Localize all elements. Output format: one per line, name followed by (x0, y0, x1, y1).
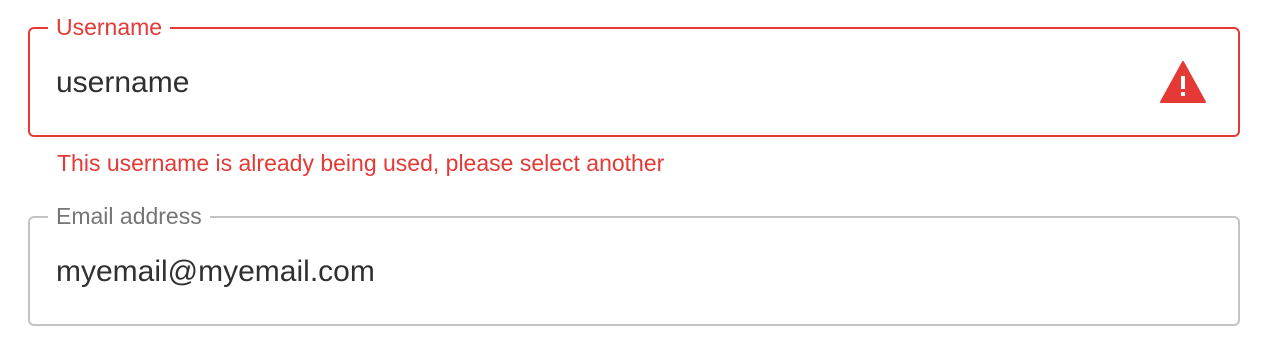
username-field: Username (28, 14, 1240, 137)
username-error-message: This username is already being used, ple… (57, 150, 665, 176)
username-input[interactable] (56, 63, 1136, 103)
warning-triangle-icon (1160, 61, 1206, 103)
signup-form: Username This username is already being … (0, 0, 1266, 352)
username-label: Username (48, 14, 171, 40)
email-field: Email address (28, 203, 1240, 326)
email-label: Email address (48, 203, 210, 229)
email-input[interactable] (56, 252, 1136, 292)
